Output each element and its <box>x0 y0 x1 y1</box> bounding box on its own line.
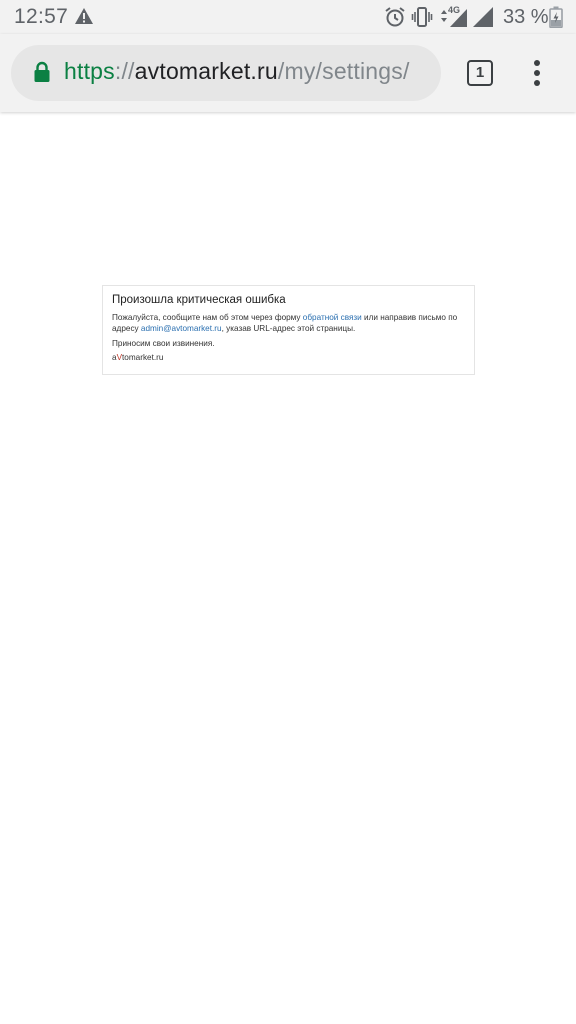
url-host: avtomarket.ru <box>134 58 278 84</box>
address-bar[interactable]: https://avtomarket.ru/my/settings/ <box>11 45 441 101</box>
url-scheme: https <box>64 58 115 84</box>
apology-text: Приносим свои извинения. <box>112 339 215 348</box>
error-title: Произошла критическая ошибка <box>112 294 286 306</box>
url-separator: :// <box>114 58 135 84</box>
url-text[interactable]: https://avtomarket.ru/my/settings/ <box>64 58 410 85</box>
lock-icon[interactable] <box>33 61 51 83</box>
browser-toolbar: https://avtomarket.ru/my/settings/ 1 <box>0 34 576 112</box>
feedback-link[interactable]: обратной связи <box>303 313 362 322</box>
status-bar: 12:57 4G 33 % <box>0 0 576 34</box>
signal-icon <box>473 7 493 27</box>
battery-icon <box>549 6 563 28</box>
url-path: /my/settings/ <box>277 58 410 84</box>
alarm-icon <box>385 7 405 27</box>
email-link[interactable]: admin@avtomarket.ru <box>141 324 222 333</box>
error-message: Пожалуйста, сообщите нам об этом через ф… <box>112 312 465 334</box>
error-panel: Произошла критическая ошибка Пожалуйста,… <box>102 285 475 375</box>
site-brand: aVtomarket.ru <box>112 353 465 362</box>
network-type-label: 4G <box>448 5 461 15</box>
tab-switcher-button[interactable]: 1 <box>467 60 493 86</box>
battery-percent: 33 % <box>503 6 549 28</box>
error-text-part: Пожалуйста, сообщите нам об этом через ф… <box>112 313 303 322</box>
vibrate-icon <box>411 7 433 27</box>
status-time: 12:57 <box>14 5 69 28</box>
brand-rest: tomarket.ru <box>122 353 164 362</box>
warning-icon <box>75 8 93 24</box>
error-text-part: , указав URL-адрес этой страницы. <box>221 324 356 333</box>
overflow-menu-icon[interactable] <box>530 59 544 87</box>
